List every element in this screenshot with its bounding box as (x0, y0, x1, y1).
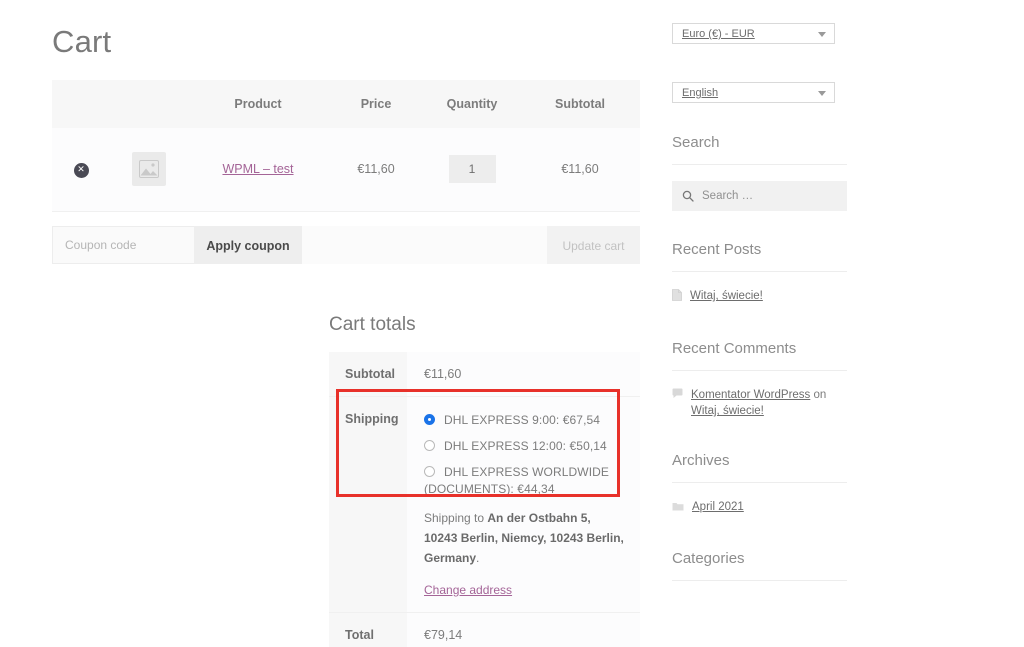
cart-totals-table: Subtotal €11,60 Shipping DHL EXPRESS 9:0… (329, 352, 640, 647)
cart-page: Cart Product Price Quantity Subtotal ✕ W… (0, 0, 1024, 647)
currency-select[interactable]: Euro (€) - EUR (672, 23, 835, 44)
shipping-to-text: Shipping to An der Ostbahn 5, 10243 Berl… (424, 508, 626, 568)
widget-recent-comments: Recent Comments Komentator WordPress on … (672, 339, 847, 419)
shipping-to-suffix: . (476, 551, 480, 565)
shipping-option-label: DHL EXPRESS WORLDWIDE (DOCUMENTS): €44,3… (424, 465, 610, 496)
th-thumbnail (110, 80, 188, 128)
quantity-input[interactable]: 1 (448, 155, 496, 184)
remove-x-icon[interactable]: ✕ (73, 162, 89, 178)
table-row: ✕ WPML – test €11,60 1 €11,60 (52, 128, 640, 212)
widget-title-recent-posts: Recent Posts (672, 241, 762, 258)
widget-title-categories: Categories (672, 550, 745, 567)
document-icon (672, 289, 682, 306)
comment-author-link[interactable]: Komentator WordPress (691, 389, 810, 401)
list-item: April 2021 (672, 499, 847, 516)
language-select[interactable]: English (672, 82, 835, 103)
address-spacer-cell (329, 504, 407, 613)
comment-entry: Komentator WordPress on Witaj, świecie! (691, 387, 847, 419)
widget-divider (672, 271, 847, 272)
th-price: Price (328, 80, 424, 128)
row-shipping: Shipping DHL EXPRESS 9:00: €67,54 DHL EX… (329, 396, 640, 504)
subtotal-value: €11,60 (407, 352, 640, 397)
coupon-code-input[interactable]: Coupon code (52, 225, 194, 264)
shipping-label: Shipping (329, 396, 407, 504)
th-quantity: Quantity (424, 80, 520, 128)
recent-comments-list: Komentator WordPress on Witaj, świecie! (672, 387, 847, 419)
shipping-option-1[interactable]: DHL EXPRESS 12:00: €50,14 (424, 438, 626, 455)
radio-selected-icon[interactable] (424, 414, 435, 425)
widget-divider (672, 482, 847, 483)
archives-list: April 2021 (672, 499, 847, 516)
comment-icon (672, 388, 683, 404)
page-title: Cart (52, 24, 112, 59)
cell-price: €11,60 (328, 128, 424, 212)
radio-unselected-icon[interactable] (424, 466, 435, 477)
radio-unselected-icon[interactable] (424, 440, 435, 451)
widget-divider (672, 370, 847, 371)
change-address-link[interactable]: Change address (424, 583, 512, 597)
main-content: Cart Product Price Quantity Subtotal ✕ W… (52, 0, 640, 264)
shipping-methods-list: DHL EXPRESS 9:00: €67,54 DHL EXPRESS 12:… (424, 412, 626, 498)
cell-quantity: 1 (424, 128, 520, 212)
cell-product: WPML – test (188, 128, 328, 212)
widget-recent-posts: Recent Posts Witaj, świecie! (672, 240, 847, 306)
widget-title-archives: Archives (672, 452, 730, 469)
comment-post-link[interactable]: Witaj, świecie! (691, 405, 764, 417)
apply-coupon-button[interactable]: Apply coupon (194, 225, 302, 264)
coupon-spacer (302, 225, 547, 264)
shipping-option-2[interactable]: DHL EXPRESS WORLDWIDE (DOCUMENTS): €44,3… (424, 464, 626, 498)
cart-items-table: Product Price Quantity Subtotal ✕ WPML –… (52, 80, 640, 212)
total-label: Total (329, 612, 407, 647)
row-shipping-address: Shipping to An der Ostbahn 5, 10243 Berl… (329, 504, 640, 613)
currency-select-value: Euro (€) - EUR (682, 28, 755, 40)
cart-totals-body: Subtotal €11,60 Shipping DHL EXPRESS 9:0… (329, 352, 640, 647)
cart-table-header-row: Product Price Quantity Subtotal (52, 80, 640, 128)
row-subtotal: Subtotal €11,60 (329, 352, 640, 397)
shipping-option-0[interactable]: DHL EXPRESS 9:00: €67,54 (424, 412, 626, 429)
total-value: €79,14 (407, 612, 640, 647)
widget-title-search: Search (672, 134, 720, 151)
widget-archives: Archives April 2021 (672, 451, 847, 516)
coupon-row: Coupon code Apply coupon Update cart (52, 225, 640, 264)
search-icon (682, 190, 694, 202)
archive-link[interactable]: April 2021 (692, 499, 744, 515)
widget-divider (672, 164, 847, 165)
shipping-options-cell: DHL EXPRESS 9:00: €67,54 DHL EXPRESS 12:… (407, 396, 640, 504)
image-placeholder-icon[interactable] (132, 152, 166, 187)
th-product: Product (188, 80, 328, 128)
cell-subtotal: €11,60 (520, 128, 640, 212)
language-select-value: English (682, 87, 719, 99)
search-placeholder: Search … (702, 190, 754, 202)
shipping-option-label: DHL EXPRESS 12:00: €50,14 (444, 439, 607, 453)
folder-icon (672, 500, 684, 516)
shipping-option-label: DHL EXPRESS 9:00: €67,54 (444, 413, 601, 427)
chevron-down-icon (818, 32, 826, 37)
search-input[interactable]: Search … (672, 181, 847, 211)
cart-totals-section: Cart totals Subtotal €11,60 Shipping DHL… (329, 312, 640, 647)
shipping-address-cell: Shipping to An der Ostbahn 5, 10243 Berl… (407, 504, 640, 613)
product-link[interactable]: WPML – test (222, 162, 293, 176)
widget-title-recent-comments: Recent Comments (672, 340, 797, 357)
sidebar: Euro (€) - EUR English Search Search … R… (672, 0, 847, 597)
cart-totals-title: Cart totals (329, 314, 416, 335)
widget-search: Search Search … (672, 133, 847, 211)
recent-post-link[interactable]: Witaj, świecie! (690, 288, 763, 304)
widget-categories: Categories (672, 549, 847, 581)
list-item: Witaj, świecie! (672, 288, 847, 306)
cart-table-head: Product Price Quantity Subtotal (52, 80, 640, 128)
comment-on-text: on (810, 389, 827, 401)
cell-thumbnail (110, 128, 188, 212)
recent-posts-list: Witaj, świecie! (672, 288, 847, 306)
th-remove (52, 80, 110, 128)
subtotal-label: Subtotal (329, 352, 407, 397)
cart-table-body: ✕ WPML – test €11,60 1 €11,60 (52, 128, 640, 212)
list-item: Komentator WordPress on Witaj, świecie! (672, 387, 847, 419)
update-cart-button[interactable]: Update cart (547, 225, 640, 264)
shipping-to-prefix: Shipping to (424, 511, 488, 525)
widget-divider (672, 580, 847, 581)
chevron-down-icon (818, 91, 826, 96)
cell-remove: ✕ (52, 128, 110, 212)
th-subtotal: Subtotal (520, 80, 640, 128)
row-total: Total €79,14 (329, 612, 640, 647)
